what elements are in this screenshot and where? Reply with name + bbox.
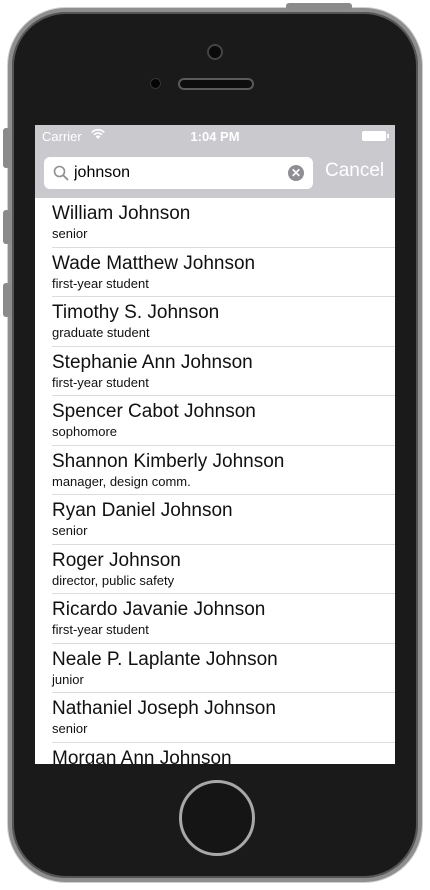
front-camera [207, 44, 223, 60]
result-row[interactable]: Timothy S. Johnson graduate student [35, 297, 395, 347]
result-role: senior [52, 721, 88, 736]
status-time: 1:04 PM [190, 129, 240, 144]
result-row[interactable]: Neale P. Laplante Johnson junior [35, 644, 395, 693]
earpiece-speaker [178, 78, 254, 90]
result-name: Ryan Daniel Johnson [52, 500, 233, 521]
search-header: Carrier 1:04 PM ✕ [35, 125, 395, 198]
home-button[interactable] [179, 780, 255, 856]
result-row[interactable]: Shannon Kimberly Johnson manager, design… [35, 446, 395, 495]
search-row: ✕ Cancel [35, 147, 395, 198]
cancel-button[interactable]: Cancel [325, 160, 384, 182]
result-name: William Johnson [52, 203, 191, 224]
result-role: first-year student [52, 275, 149, 291]
result-row[interactable]: Stephanie Ann Johnson first-year student [35, 347, 395, 396]
result-row[interactable]: Ryan Daniel Johnson senior [35, 495, 395, 545]
result-name: Spencer Cabot Johnson [52, 401, 256, 422]
result-role: first-year student [52, 622, 149, 637]
result-role: graduate student [52, 325, 150, 340]
result-role: manager, design comm. [52, 473, 191, 489]
mute-switch [3, 128, 10, 168]
search-field[interactable]: ✕ [44, 157, 313, 189]
result-row[interactable]: Morgan Ann Johnson [35, 743, 395, 765]
status-bar: Carrier 1:04 PM [35, 125, 395, 147]
volume-down-button [3, 283, 10, 317]
result-row[interactable]: Wade Matthew Johnson first-year student [35, 248, 395, 297]
result-name: Ricardo Javanie Johnson [52, 599, 266, 620]
result-name: Wade Matthew Johnson [52, 252, 256, 274]
result-row[interactable]: Nathaniel Joseph Johnson senior [35, 693, 395, 743]
power-button [286, 3, 352, 10]
result-row[interactable]: Roger Johnson director, public safety [35, 545, 395, 594]
clear-icon[interactable]: ✕ [288, 165, 304, 181]
result-name: Morgan Ann Johnson [52, 747, 232, 765]
search-input[interactable] [74, 157, 284, 189]
proximity-sensor [150, 78, 161, 89]
result-role: junior [52, 671, 84, 687]
result-role: senior [52, 226, 88, 241]
volume-up-button [3, 210, 10, 244]
screen: Carrier 1:04 PM ✕ [35, 125, 395, 764]
battery-icon [362, 131, 389, 141]
result-name: Timothy S. Johnson [52, 302, 220, 323]
result-role: first-year student [52, 374, 149, 390]
result-role: sophomore [52, 424, 118, 439]
result-role: senior [52, 523, 88, 538]
result-name: Stephanie Ann Johnson [52, 351, 253, 373]
result-row[interactable]: William Johnson senior [35, 198, 395, 248]
results-list: William Johnson senior Wade Matthew John… [35, 198, 395, 764]
result-row[interactable]: Spencer Cabot Johnson sophomore [35, 396, 395, 446]
search-icon [53, 165, 69, 181]
result-row[interactable]: Ricardo Javanie Johnson first-year stude… [35, 594, 395, 644]
result-name: Roger Johnson [52, 549, 181, 571]
result-name: Neale P. Laplante Johnson [52, 648, 278, 670]
result-name: Shannon Kimberly Johnson [52, 450, 285, 472]
result-role: director, public safety [52, 572, 175, 588]
result-name: Nathaniel Joseph Johnson [52, 698, 276, 719]
